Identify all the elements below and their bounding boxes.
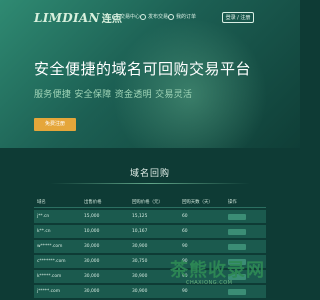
nav-item-orders[interactable]: 我的订单 — [168, 13, 196, 20]
col-domain: 域名 — [37, 199, 46, 205]
nav-item-label: 我的订单 — [176, 14, 197, 20]
cell-buyback: 15,125 — [132, 214, 148, 219]
cell-days: 90 — [182, 289, 188, 294]
cell-price: 30,000 — [84, 244, 100, 249]
cell-domain: k**.cn — [37, 229, 51, 234]
table-row[interactable]: j*****.com 30,000 30,900 90 — [34, 285, 266, 298]
nav-item-label: 发布交易 — [148, 14, 169, 20]
hero-banner: LIMDIAN 连点 交易中心 发布交易 我的订单 登录 / 注册 安全便捷的域名… — [0, 0, 300, 148]
cell-price: 30,000 — [84, 259, 100, 264]
cell-action — [228, 243, 266, 250]
table-header: 域名 出售价格 回购价格（元） 回购天数（天） 操作 — [34, 196, 266, 208]
buy-button[interactable] — [228, 288, 246, 295]
cell-price: 15,000 — [84, 214, 100, 219]
cell-domain: c*******.com — [37, 259, 66, 264]
cell-action — [228, 213, 266, 220]
cell-price: 10,000 — [84, 229, 100, 234]
order-icon — [168, 13, 174, 20]
buy-button[interactable] — [228, 243, 246, 250]
cell-domain: k*****.com — [37, 274, 62, 279]
watermark-sub: CHAXIONG.COM — [186, 280, 233, 286]
col-buyback: 回购价格（元） — [132, 199, 163, 205]
cell-action — [228, 228, 266, 235]
section-title: 域名回购 — [129, 169, 170, 179]
nav-item-label: 交易中心 — [120, 14, 141, 20]
table-row[interactable]: k**.cn 10,000 10,167 60 — [34, 225, 266, 238]
login-register-button[interactable]: 登录 / 注册 — [222, 12, 254, 23]
top-nav: LIMDIAN 连点 交易中心 发布交易 我的订单 登录 / 注册 — [0, 8, 300, 28]
nav-item-publish[interactable]: 发布交易 — [140, 13, 168, 20]
buy-button[interactable] — [228, 228, 246, 235]
publish-icon — [140, 13, 146, 20]
cell-days: 60 — [182, 214, 188, 219]
cell-days: 90 — [182, 244, 188, 249]
cell-action — [228, 288, 266, 295]
logo-text: LIMDIAN — [34, 11, 100, 25]
cell-buyback: 30,900 — [132, 244, 148, 249]
section-divider — [50, 183, 250, 184]
col-price: 出售价格 — [84, 199, 102, 205]
col-days: 回购天数（天） — [182, 199, 213, 205]
cell-price: 30,000 — [84, 274, 100, 279]
cell-buyback: 30,900 — [132, 289, 148, 294]
cell-domain: w*****.com — [37, 244, 63, 249]
cell-domain: j*****.com — [37, 289, 60, 294]
nav-item-trade-center[interactable]: 交易中心 — [112, 13, 140, 20]
hero-subtitle: 服务便捷 安全保障 资金透明 交易灵活 — [34, 90, 193, 100]
buy-button[interactable] — [228, 213, 246, 220]
table-row[interactable]: w*****.com 30,000 30,900 90 — [34, 240, 266, 253]
col-action: 操作 — [228, 199, 237, 205]
cell-days: 60 — [182, 229, 188, 234]
hero-glow — [110, 20, 270, 148]
cell-price: 30,000 — [84, 289, 100, 294]
watermark-text: 茶熊收录网 — [170, 260, 265, 281]
cell-domain: j**.cn — [37, 214, 50, 219]
cell-buyback: 10,167 — [132, 229, 148, 234]
clock-icon — [112, 13, 118, 20]
register-button[interactable]: 免费注册 — [34, 118, 76, 131]
hero-title: 安全便捷的域名可回购交易平台 — [34, 60, 252, 78]
site-logo[interactable]: LIMDIAN 连点 — [34, 10, 122, 25]
table-row[interactable]: j**.cn 15,000 15,125 60 — [34, 210, 266, 223]
